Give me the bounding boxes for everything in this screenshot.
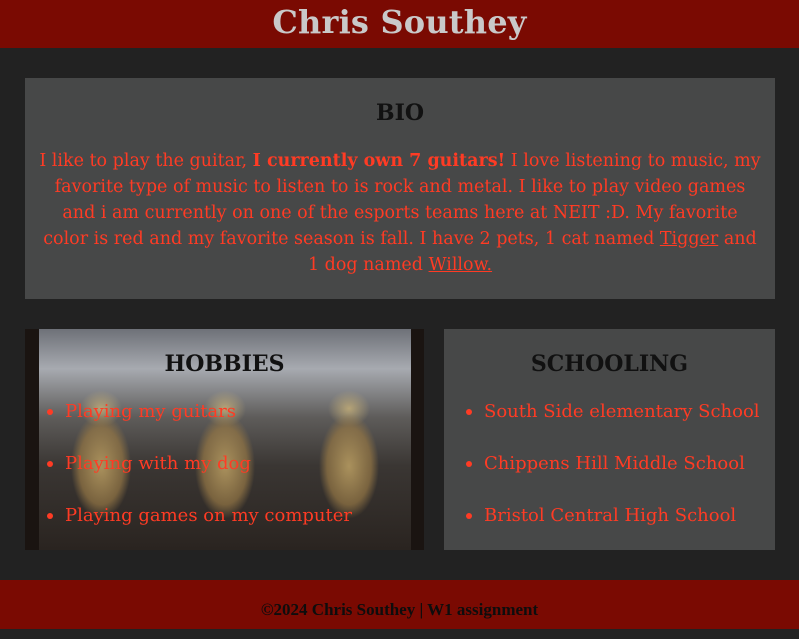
schooling-section: SCHOOLING South Side elementary School C…	[444, 329, 775, 550]
bullet-icon	[466, 461, 472, 467]
list-item: Playing my guitars	[45, 399, 352, 451]
schooling-list: South Side elementary School Chippens Hi…	[464, 399, 760, 555]
bullet-icon	[47, 461, 53, 467]
bio-highlight: I currently own 7 guitars!	[252, 151, 506, 171]
bullet-icon	[466, 513, 472, 519]
list-item: Playing games on my computer	[45, 503, 352, 550]
footer-text: ©2024 Chris Southey | W1 assignment	[260, 600, 539, 619]
bullet-icon	[47, 513, 53, 519]
page-title: Chris Southey	[272, 3, 527, 41]
bullet-icon	[466, 409, 472, 415]
hobbies-heading: HOBBIES	[164, 351, 285, 377]
bio-section: BIO I like to play the guitar, I current…	[25, 78, 775, 299]
list-item: South Side elementary School	[464, 399, 760, 451]
list-item-label: Chippens Hill Middle School	[484, 453, 745, 474]
bio-text-part: I like to play the guitar,	[39, 151, 253, 171]
bio-heading: BIO	[375, 100, 425, 126]
list-item-label: Bristol Central High School	[484, 505, 737, 526]
site-header: Chris Southey	[0, 0, 799, 48]
list-item: Bristol Central High School	[464, 503, 760, 555]
list-item-label: Playing my guitars	[65, 401, 236, 422]
list-item-label: South Side elementary School	[484, 401, 760, 422]
bullet-icon	[47, 409, 53, 415]
hobbies-list: Playing my guitars Playing with my dog P…	[45, 399, 352, 550]
schooling-heading: SCHOOLING	[530, 351, 689, 377]
list-item-label: Playing with my dog	[65, 453, 251, 474]
list-item: Chippens Hill Middle School	[464, 451, 760, 503]
bio-text: I like to play the guitar, I currently o…	[39, 148, 761, 278]
site-footer: ©2024 Chris Southey | W1 assignment	[0, 580, 799, 629]
list-item: Playing with my dog	[45, 451, 352, 503]
cat-link[interactable]: Tigger	[660, 229, 718, 249]
dog-link[interactable]: Willow.	[429, 255, 492, 275]
hobbies-section: HOBBIES Playing my guitars Playing with …	[25, 329, 424, 550]
list-item-label: Playing games on my computer	[65, 505, 352, 526]
